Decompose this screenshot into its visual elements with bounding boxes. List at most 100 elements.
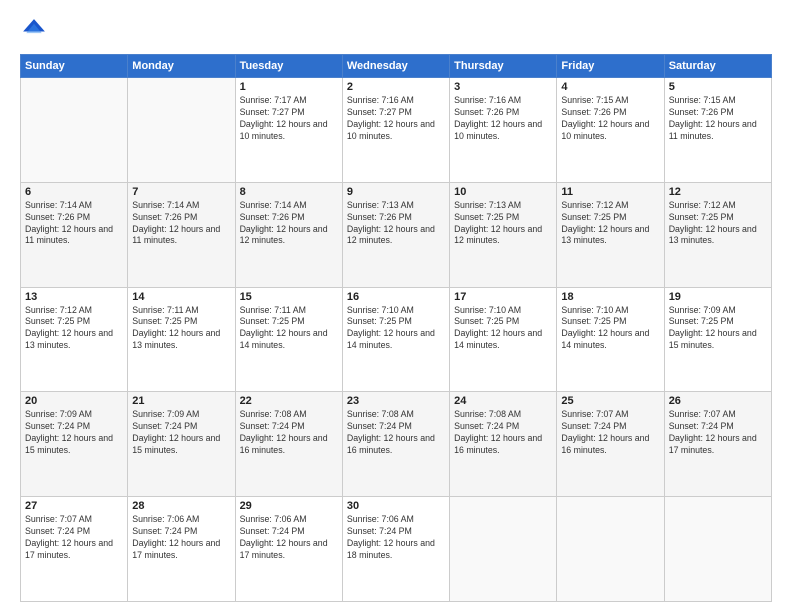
day-info: Sunrise: 7:15 AM Sunset: 7:26 PM Dayligh…	[561, 95, 659, 143]
table-row: 14Sunrise: 7:11 AM Sunset: 7:25 PM Dayli…	[128, 287, 235, 392]
table-row: 19 Sunrise: 7:09 AM Sunset: 7:25 PM Dayli…	[664, 287, 771, 392]
day-number: 29	[240, 500, 338, 512]
day-number: 16	[347, 291, 445, 303]
day-number: 23	[347, 395, 445, 407]
day-number: 24	[454, 395, 552, 407]
day-info: Sunrise: 7:16 AM Sunset: 7:26 PM Dayligh…	[454, 95, 552, 143]
day-number: 30	[347, 500, 445, 512]
day-info: Sunrise: 7:08 AM Sunset: 7:24 PM Dayligh…	[240, 409, 338, 457]
table-row: 20Sunrise: 7:09 AM Sunset: 7:24 PM Dayli…	[21, 392, 128, 497]
day-info: Sunrise: 7:09 AM Sunset: 7:24 PM Dayligh…	[25, 409, 123, 457]
day-number: 26	[669, 395, 767, 407]
day-info: Sunrise: 7:12 AM Sunset: 7:25 PM Dayligh…	[25, 305, 123, 353]
table-row: 1Sunrise: 7:17 AM Sunset: 7:27 PM Daylig…	[235, 78, 342, 183]
logo-icon	[20, 16, 48, 44]
col-saturday: Saturday	[664, 55, 771, 78]
day-number: 6	[25, 186, 123, 198]
day-number: 19	[669, 291, 767, 303]
day-info: Sunrise: 7:06 AM Sunset: 7:24 PM Dayligh…	[132, 514, 230, 562]
table-row: 22Sunrise: 7:08 AM Sunset: 7:24 PM Dayli…	[235, 392, 342, 497]
day-info: Sunrise: 7:12 AM Sunset: 7:25 PM Dayligh…	[669, 200, 767, 248]
day-info: Sunrise: 7:16 AM Sunset: 7:27 PM Dayligh…	[347, 95, 445, 143]
calendar-row: 6 Sunrise: 7:14 AM Sunset: 7:26 PM Daylig…	[21, 182, 772, 287]
page: Sunday Monday Tuesday Wednesday Thursday…	[0, 0, 792, 612]
day-number: 17	[454, 291, 552, 303]
table-row: 11 Sunrise: 7:12 AM Sunset: 7:25 PM Dayli…	[557, 182, 664, 287]
table-row: 23 Sunrise: 7:08 AM Sunset: 7:24 PM Dayli…	[342, 392, 449, 497]
day-number: 13	[25, 291, 123, 303]
table-row: 7Sunrise: 7:14 AM Sunset: 7:26 PM Daylig…	[128, 182, 235, 287]
day-info: Sunrise: 7:10 AM Sunset: 7:25 PM Dayligh…	[347, 305, 445, 353]
day-info: Sunrise: 7:10 AM Sunset: 7:25 PM Dayligh…	[454, 305, 552, 353]
table-row: 6 Sunrise: 7:14 AM Sunset: 7:26 PM Daylig…	[21, 182, 128, 287]
day-info: Sunrise: 7:11 AM Sunset: 7:25 PM Dayligh…	[240, 305, 338, 353]
header-row: Sunday Monday Tuesday Wednesday Thursday…	[21, 55, 772, 78]
day-number: 8	[240, 186, 338, 198]
table-row: 8 Sunrise: 7:14 AM Sunset: 7:26 PM Daylig…	[235, 182, 342, 287]
table-row: 15 Sunrise: 7:11 AM Sunset: 7:25 PM Dayli…	[235, 287, 342, 392]
day-number: 10	[454, 186, 552, 198]
table-row: 5Sunrise: 7:15 AM Sunset: 7:26 PM Daylig…	[664, 78, 771, 183]
table-row: 25Sunrise: 7:07 AM Sunset: 7:24 PM Dayli…	[557, 392, 664, 497]
col-thursday: Thursday	[450, 55, 557, 78]
day-number: 9	[347, 186, 445, 198]
day-info: Sunrise: 7:14 AM Sunset: 7:26 PM Dayligh…	[25, 200, 123, 248]
day-number: 18	[561, 291, 659, 303]
table-row	[21, 78, 128, 183]
day-number: 12	[669, 186, 767, 198]
table-row: 27 Sunrise: 7:07 AM Sunset: 7:24 PM Dayli…	[21, 497, 128, 602]
day-info: Sunrise: 7:13 AM Sunset: 7:25 PM Dayligh…	[454, 200, 552, 248]
table-row	[664, 497, 771, 602]
day-number: 14	[132, 291, 230, 303]
calendar-row: 27 Sunrise: 7:07 AM Sunset: 7:24 PM Dayli…	[21, 497, 772, 602]
day-number: 11	[561, 186, 659, 198]
col-sunday: Sunday	[21, 55, 128, 78]
day-number: 27	[25, 500, 123, 512]
table-row: 30Sunrise: 7:06 AM Sunset: 7:24 PM Dayli…	[342, 497, 449, 602]
table-row: 16 Sunrise: 7:10 AM Sunset: 7:25 PM Dayli…	[342, 287, 449, 392]
day-number: 3	[454, 81, 552, 93]
table-row: 4 Sunrise: 7:15 AM Sunset: 7:26 PM Daylig…	[557, 78, 664, 183]
col-wednesday: Wednesday	[342, 55, 449, 78]
day-info: Sunrise: 7:07 AM Sunset: 7:24 PM Dayligh…	[25, 514, 123, 562]
day-number: 15	[240, 291, 338, 303]
calendar-header: Sunday Monday Tuesday Wednesday Thursday…	[21, 55, 772, 78]
table-row: 13 Sunrise: 7:12 AM Sunset: 7:25 PM Dayli…	[21, 287, 128, 392]
day-info: Sunrise: 7:14 AM Sunset: 7:26 PM Dayligh…	[132, 200, 230, 248]
table-row	[557, 497, 664, 602]
calendar-row: 13 Sunrise: 7:12 AM Sunset: 7:25 PM Dayli…	[21, 287, 772, 392]
calendar-body: 1Sunrise: 7:17 AM Sunset: 7:27 PM Daylig…	[21, 78, 772, 602]
day-info: Sunrise: 7:07 AM Sunset: 7:24 PM Dayligh…	[669, 409, 767, 457]
table-row: 12 Sunrise: 7:12 AM Sunset: 7:25 PM Dayli…	[664, 182, 771, 287]
day-info: Sunrise: 7:06 AM Sunset: 7:24 PM Dayligh…	[240, 514, 338, 562]
day-info: Sunrise: 7:08 AM Sunset: 7:24 PM Dayligh…	[347, 409, 445, 457]
day-info: Sunrise: 7:12 AM Sunset: 7:25 PM Dayligh…	[561, 200, 659, 248]
calendar-row: 1Sunrise: 7:17 AM Sunset: 7:27 PM Daylig…	[21, 78, 772, 183]
day-number: 25	[561, 395, 659, 407]
day-info: Sunrise: 7:09 AM Sunset: 7:25 PM Dayligh…	[669, 305, 767, 353]
table-row: 17 Sunrise: 7:10 AM Sunset: 7:25 PM Dayli…	[450, 287, 557, 392]
day-number: 28	[132, 500, 230, 512]
logo	[20, 16, 52, 44]
day-info: Sunrise: 7:17 AM Sunset: 7:27 PM Dayligh…	[240, 95, 338, 143]
day-info: Sunrise: 7:14 AM Sunset: 7:26 PM Dayligh…	[240, 200, 338, 248]
table-row: 3 Sunrise: 7:16 AM Sunset: 7:26 PM Daylig…	[450, 78, 557, 183]
table-row	[128, 78, 235, 183]
day-info: Sunrise: 7:09 AM Sunset: 7:24 PM Dayligh…	[132, 409, 230, 457]
table-row	[450, 497, 557, 602]
day-info: Sunrise: 7:10 AM Sunset: 7:25 PM Dayligh…	[561, 305, 659, 353]
table-row: 26 Sunrise: 7:07 AM Sunset: 7:24 PM Dayli…	[664, 392, 771, 497]
table-row: 10 Sunrise: 7:13 AM Sunset: 7:25 PM Dayli…	[450, 182, 557, 287]
day-number: 4	[561, 81, 659, 93]
header	[20, 16, 772, 44]
day-number: 21	[132, 395, 230, 407]
table-row: 29 Sunrise: 7:06 AM Sunset: 7:24 PM Dayli…	[235, 497, 342, 602]
day-info: Sunrise: 7:13 AM Sunset: 7:26 PM Dayligh…	[347, 200, 445, 248]
table-row: 21 Sunrise: 7:09 AM Sunset: 7:24 PM Dayli…	[128, 392, 235, 497]
calendar-row: 20Sunrise: 7:09 AM Sunset: 7:24 PM Dayli…	[21, 392, 772, 497]
table-row: 24Sunrise: 7:08 AM Sunset: 7:24 PM Dayli…	[450, 392, 557, 497]
table-row: 9 Sunrise: 7:13 AM Sunset: 7:26 PM Daylig…	[342, 182, 449, 287]
col-friday: Friday	[557, 55, 664, 78]
day-info: Sunrise: 7:15 AM Sunset: 7:26 PM Dayligh…	[669, 95, 767, 143]
col-tuesday: Tuesday	[235, 55, 342, 78]
